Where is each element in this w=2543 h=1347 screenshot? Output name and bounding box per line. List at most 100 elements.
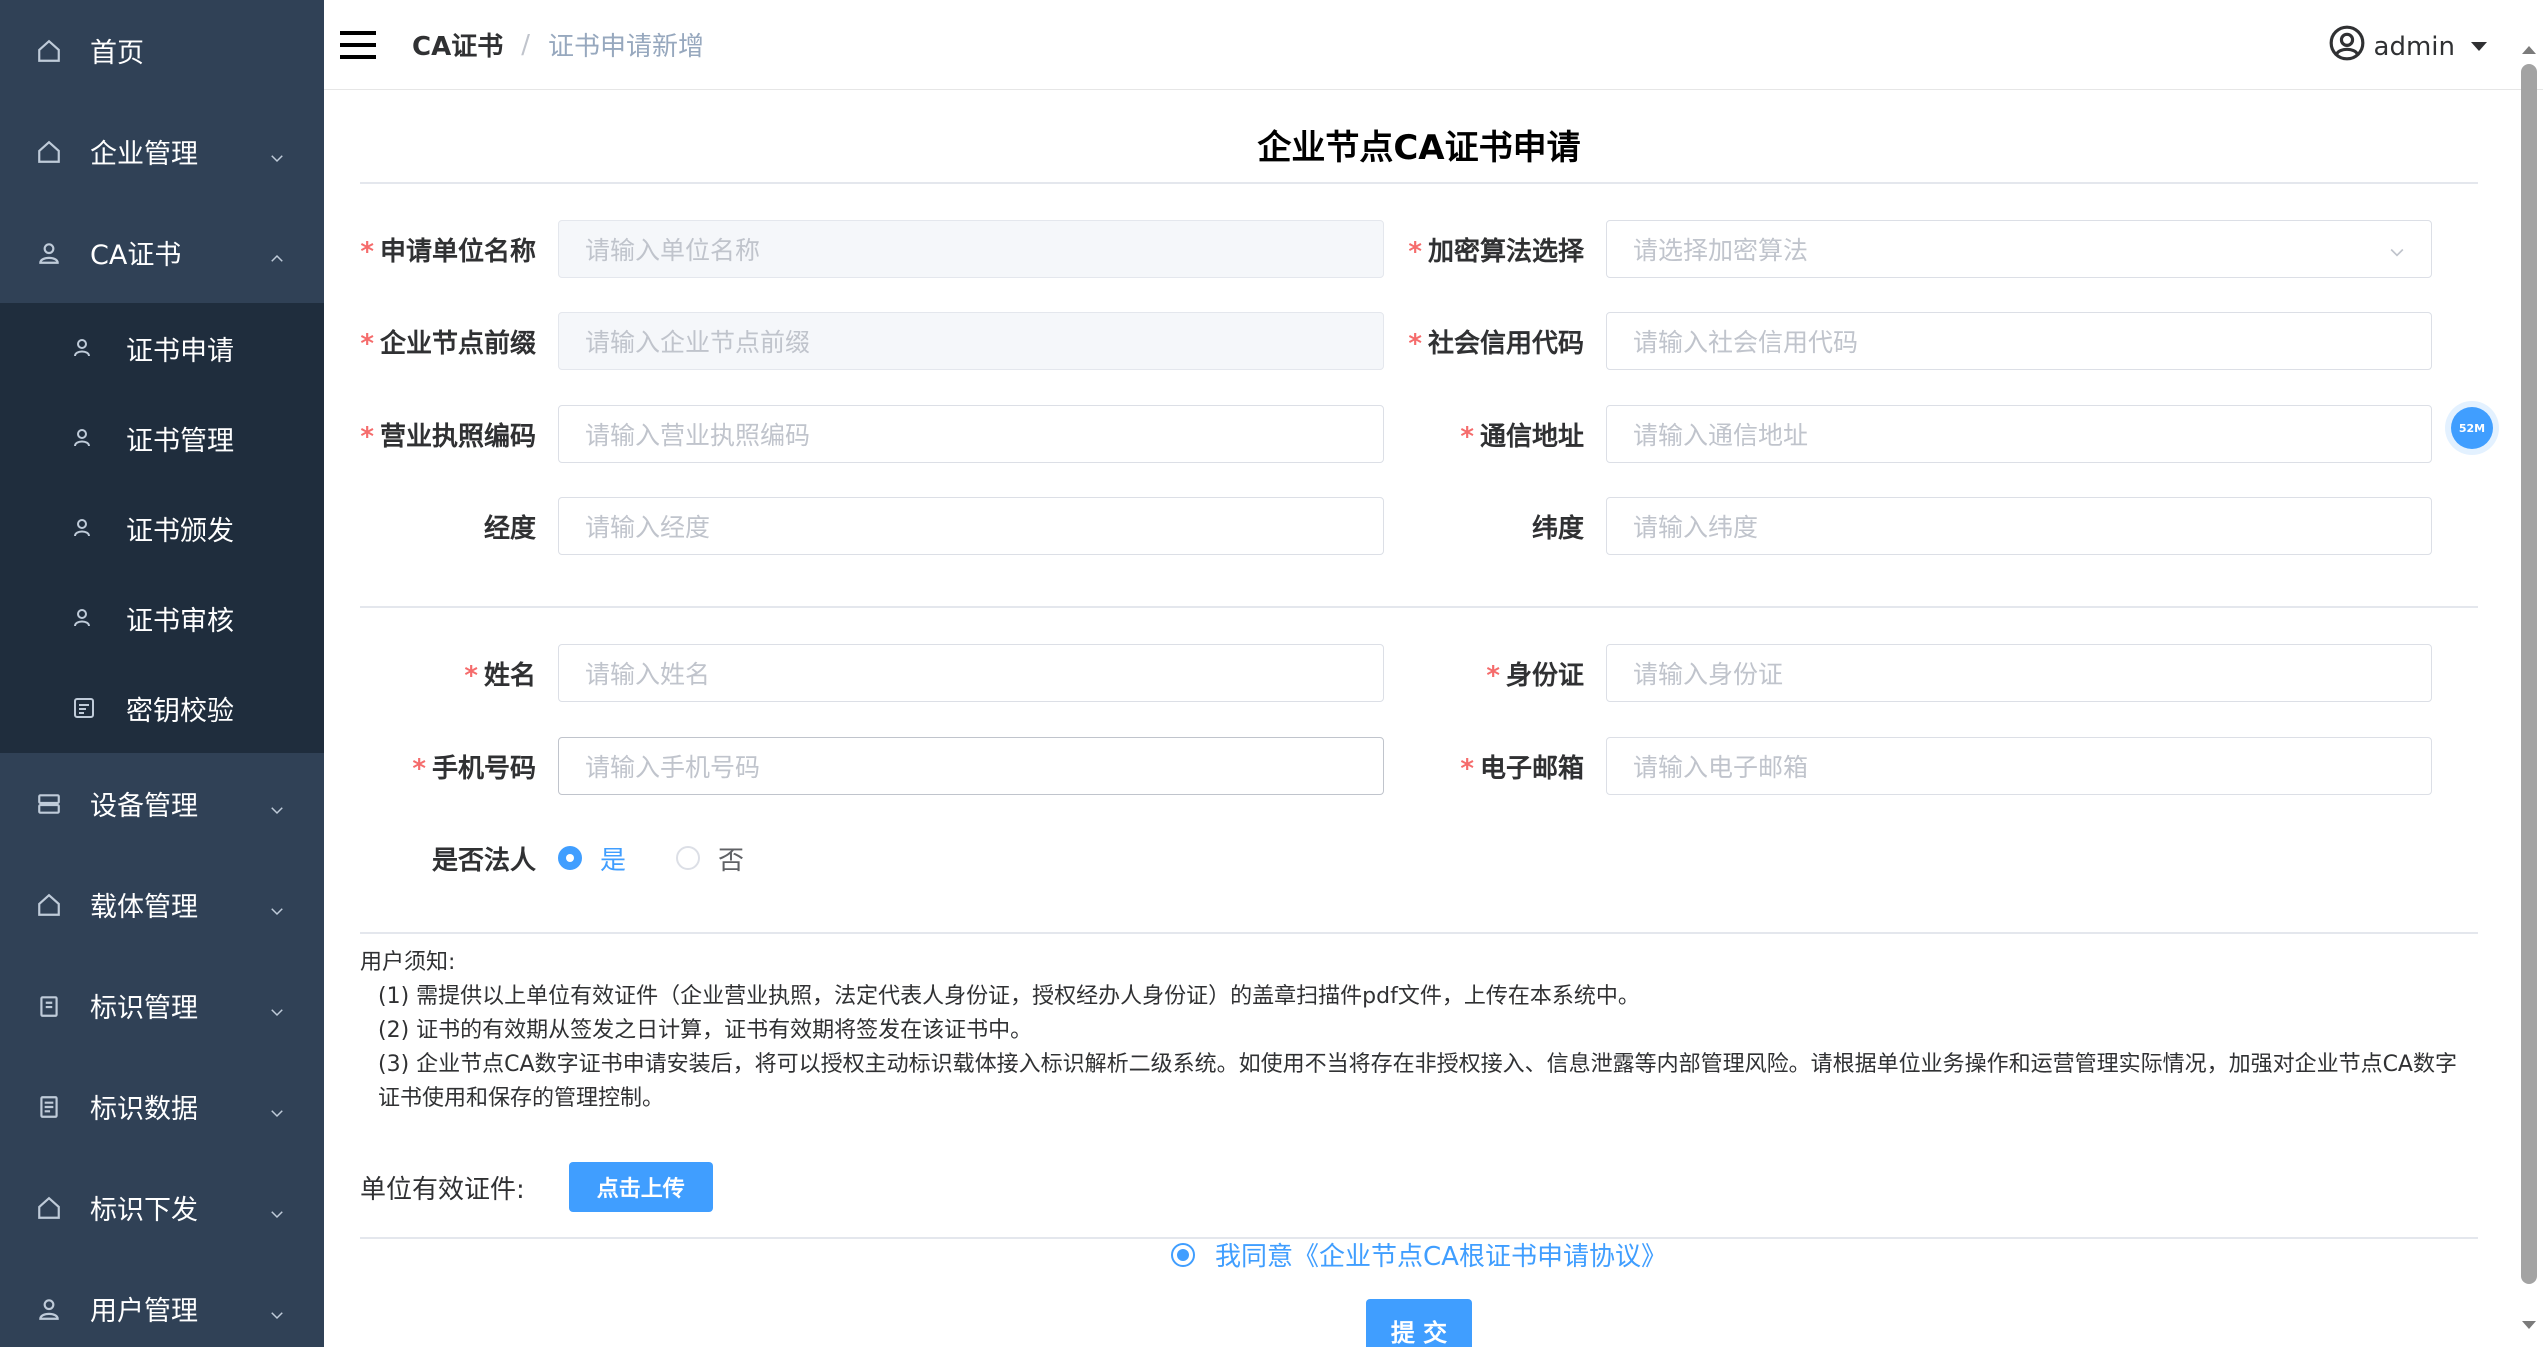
- sidebar-subitem-cert-audit[interactable]: 证书审核: [0, 573, 324, 663]
- field-node-prefix: * 企业节点前缀 请输入企业节点前缀: [360, 312, 1384, 370]
- field-label: 经度: [483, 513, 536, 544]
- top-navbar: CA证书 / 证书申请新增 admin: [324, 0, 2543, 90]
- sidebar-subitem-label: 证书颁发: [126, 515, 234, 547]
- agreement-radio-dot: [1171, 1242, 1196, 1267]
- user-icon: [36, 240, 62, 266]
- sidebar-item-identifier[interactable]: 标识管理: [0, 955, 324, 1056]
- upload-button[interactable]: 点击上传: [568, 1162, 713, 1212]
- sidebar-subitem-key-verify[interactable]: 密钥校验: [0, 663, 324, 753]
- field-label: 姓名: [483, 660, 536, 691]
- scroll-up-arrow-icon[interactable]: [2522, 46, 2536, 54]
- notice-line: (1) 需提供以上单位有效证件（企业营业执照，法定代表人身份证，授权经办人身份证…: [378, 984, 1640, 1009]
- sidebar-item-carrier[interactable]: 载体管理: [0, 854, 324, 955]
- notice-divider: [360, 932, 2478, 934]
- sidebar-item-ca-cert[interactable]: CA证书: [0, 202, 324, 303]
- home-icon: [36, 38, 62, 64]
- field-label: 营业执照编码: [379, 421, 536, 452]
- required-mark: *: [1486, 660, 1500, 691]
- submit-button[interactable]: 提 交: [1366, 1299, 1472, 1347]
- sidebar-subitem-label: 证书审核: [126, 605, 234, 637]
- document-check-icon: [72, 696, 96, 720]
- scroll-down-arrow-icon[interactable]: [2522, 1321, 2536, 1329]
- form-title: 企业节点CA证书申请: [360, 90, 2478, 184]
- chevron-down-icon: [268, 997, 286, 1016]
- sidebar-subitem-cert-manage[interactable]: 证书管理: [0, 393, 324, 483]
- sidebar-item-home[interactable]: 首页: [0, 0, 324, 101]
- chevron-down-icon: [268, 143, 286, 162]
- address-input[interactable]: 请输入通信地址: [1606, 405, 2432, 463]
- sidebar-item-device[interactable]: 设备管理: [0, 753, 324, 854]
- agreement-text[interactable]: 我同意《企业节点CA根证书申请协议》: [1215, 1236, 1667, 1273]
- user-icon: [72, 606, 96, 630]
- caret-down-icon: [2471, 42, 2487, 51]
- field-label: 手机号码: [431, 753, 536, 784]
- chevron-down-icon: [2387, 239, 2407, 259]
- algorithm-select[interactable]: 请选择加密算法: [1606, 220, 2432, 278]
- section-divider: [360, 606, 2478, 608]
- home-icon: [36, 892, 62, 918]
- radio-legal-yes[interactable]: 是: [558, 840, 626, 877]
- field-label: 纬度: [1531, 513, 1584, 544]
- user-notice: 用户须知: (1) 需提供以上单位有效证件（企业营业执照，法定代表人身份证，授权…: [360, 946, 2478, 1116]
- chevron-down-icon: [268, 1300, 286, 1319]
- sidebar-subitem-cert-issue[interactable]: 证书颁发: [0, 483, 324, 573]
- sidebar-item-label: 标识管理: [90, 993, 198, 1024]
- breadcrumb-item-ca-cert[interactable]: CA证书: [412, 26, 503, 63]
- required-mark: *: [1460, 421, 1474, 452]
- id-card-input[interactable]: 请输入身份证: [1606, 644, 2432, 702]
- sidebar-subitem-label: 密钥校验: [126, 695, 234, 727]
- scrollbar-thumb[interactable]: [2521, 64, 2537, 1284]
- license-code-input[interactable]: 请输入营业执照编码: [558, 405, 1384, 463]
- upload-label: 单位有效证件:: [360, 1174, 525, 1205]
- chevron-down-icon: [268, 1098, 286, 1117]
- sidebar-item-label: 企业管理: [90, 139, 198, 170]
- breadcrumb: CA证书 / 证书申请新增: [412, 26, 704, 63]
- field-unit-name: * 申请单位名称 请输入单位名称: [360, 220, 1384, 278]
- longitude-input[interactable]: 请输入经度: [558, 497, 1384, 555]
- username: admin: [2373, 31, 2455, 62]
- phone-input[interactable]: 请输入手机号码: [558, 737, 1384, 795]
- field-label: 加密算法选择: [1427, 236, 1584, 267]
- sidebar-item-enterprise[interactable]: 企业管理: [0, 101, 324, 202]
- home-icon: [36, 1195, 62, 1221]
- email-input[interactable]: 请输入电子邮箱: [1606, 737, 2432, 795]
- sidebar-item-identifier-data[interactable]: 标识数据: [0, 1056, 324, 1157]
- field-label: 通信地址: [1479, 421, 1584, 452]
- sidebar-item-identifier-dispatch[interactable]: 标识下发: [0, 1157, 324, 1258]
- radio-dot: [676, 846, 701, 870]
- page-scrollbar[interactable]: [2515, 40, 2543, 1347]
- field-label: 电子邮箱: [1479, 753, 1584, 784]
- breadcrumb-separator: /: [521, 29, 530, 60]
- field-address: * 通信地址 请输入通信地址: [1390, 405, 2432, 463]
- user-icon: [72, 516, 96, 540]
- name-input[interactable]: 请输入姓名: [558, 644, 1384, 702]
- document-icon: [36, 1094, 62, 1120]
- notice-line: (3) 企业节点CA数字证书申请安装后，将可以授权主动标识载体接入标识解析二级系…: [378, 1052, 2457, 1111]
- required-mark: *: [412, 753, 426, 784]
- breadcrumb-item-current: 证书申请新增: [547, 32, 704, 62]
- sidebar-subitem-label: 证书申请: [126, 335, 234, 367]
- required-mark: *: [464, 660, 478, 691]
- field-id-card: * 身份证 请输入身份证: [1390, 644, 2432, 702]
- unit-name-input[interactable]: 请输入单位名称: [558, 220, 1384, 278]
- field-phone: * 手机号码 请输入手机号码: [360, 737, 1384, 795]
- sidebar-subitem-label: 证书管理: [126, 425, 234, 457]
- sidebar-subitem-cert-apply[interactable]: 证书申请: [0, 303, 324, 393]
- credit-code-input[interactable]: 请输入社会信用代码: [1606, 312, 2432, 370]
- chevron-down-icon: [268, 896, 286, 915]
- hamburger-menu-icon[interactable]: [340, 25, 380, 65]
- field-credit-code: * 社会信用代码 请输入社会信用代码: [1390, 312, 2432, 370]
- field-name: * 姓名 请输入姓名: [360, 644, 1384, 702]
- field-label: 申请单位名称: [379, 236, 536, 267]
- latitude-input[interactable]: 请输入纬度: [1606, 497, 2432, 555]
- user-dropdown[interactable]: admin: [2328, 24, 2487, 69]
- notice-line: (2) 证书的有效期从签发之日计算，证书有效期将签发在该证书中。: [378, 1018, 1033, 1043]
- agreement-checkbox[interactable]: 我同意《企业节点CA根证书申请协议》: [360, 1236, 2478, 1273]
- radio-legal-no[interactable]: 否: [676, 840, 744, 877]
- node-prefix-input[interactable]: 请输入企业节点前缀: [558, 312, 1384, 370]
- chevron-down-icon: [268, 1199, 286, 1218]
- sidebar-item-label: 首页: [90, 38, 144, 69]
- sidebar-item-users[interactable]: 用户管理: [0, 1258, 324, 1347]
- user-icon: [36, 1296, 62, 1322]
- chevron-up-icon: [268, 244, 286, 262]
